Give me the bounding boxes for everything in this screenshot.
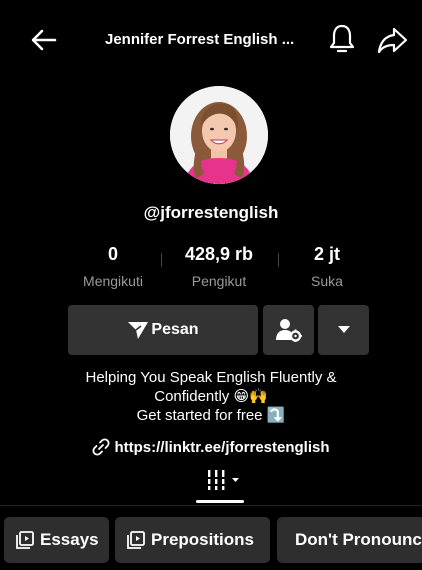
profile-page: Jennifer Forrest English ... @jforresten… xyxy=(0,0,422,570)
playlist-label: Prepositions xyxy=(151,530,254,549)
playlist-label: Essays xyxy=(40,530,99,549)
send-icon xyxy=(128,322,149,339)
friend-settings-button[interactable] xyxy=(263,305,314,355)
playlist-chip-dont-pronounce[interactable]: Don't Pronounce xyxy=(277,517,422,563)
divider xyxy=(0,505,422,506)
message-button-label: Pesan xyxy=(151,321,199,338)
person-settings-icon xyxy=(275,319,302,342)
playlist-chip-essays[interactable]: Essays xyxy=(4,517,109,563)
stat-value: 428,9 rb xyxy=(184,244,254,264)
link-text: https://linktr.ee/jforrestenglish xyxy=(114,438,330,456)
top-bar: Jennifer Forrest English ... xyxy=(0,0,422,80)
message-button[interactable]: Pesan xyxy=(68,305,258,355)
profile-link[interactable]: https://linktr.ee/jforrestenglish xyxy=(0,438,422,456)
stat-followers[interactable]: 428,9 rb Pengikut xyxy=(168,244,270,289)
stat-value: 2 jt xyxy=(313,244,340,264)
videos-tab[interactable] xyxy=(204,468,242,492)
playlist-label: Don't Pronounce xyxy=(295,530,422,549)
playlist-chip-prepositions[interactable]: Prepositions xyxy=(115,517,270,563)
bio-line: Get started for free ⤵️ xyxy=(136,407,286,424)
active-tab-underline xyxy=(196,500,244,503)
share-icon[interactable] xyxy=(375,24,409,56)
username: @jforrestenglish xyxy=(143,203,279,222)
profile-photo xyxy=(170,86,268,184)
back-arrow-icon[interactable] xyxy=(28,24,60,56)
playlist-icon xyxy=(16,531,34,549)
bio: Helping You Speak English Fluently & Con… xyxy=(40,368,382,425)
stat-following[interactable]: 0 Mengikuti xyxy=(72,244,154,289)
bell-icon[interactable] xyxy=(326,22,358,56)
grid-tab-icon xyxy=(206,470,239,490)
caret-down-icon xyxy=(337,326,350,333)
bio-line: Helping You Speak English Fluently & xyxy=(85,369,337,386)
stat-label: Suka xyxy=(311,273,343,289)
link-icon xyxy=(92,438,110,456)
stat-value: 0 xyxy=(107,244,118,264)
more-options-button[interactable] xyxy=(318,305,369,355)
stat-divider xyxy=(161,253,162,267)
stat-label: Pengikut xyxy=(191,273,247,289)
playlist-icon xyxy=(127,531,145,549)
bio-line: Confidently 😁🙌 xyxy=(154,388,268,405)
stat-likes[interactable]: 2 jt Suka xyxy=(286,244,368,289)
stat-label: Mengikuti xyxy=(83,273,143,289)
avatar[interactable] xyxy=(170,86,268,184)
page-title: Jennifer Forrest English ... xyxy=(105,31,295,48)
stat-divider xyxy=(278,253,279,267)
